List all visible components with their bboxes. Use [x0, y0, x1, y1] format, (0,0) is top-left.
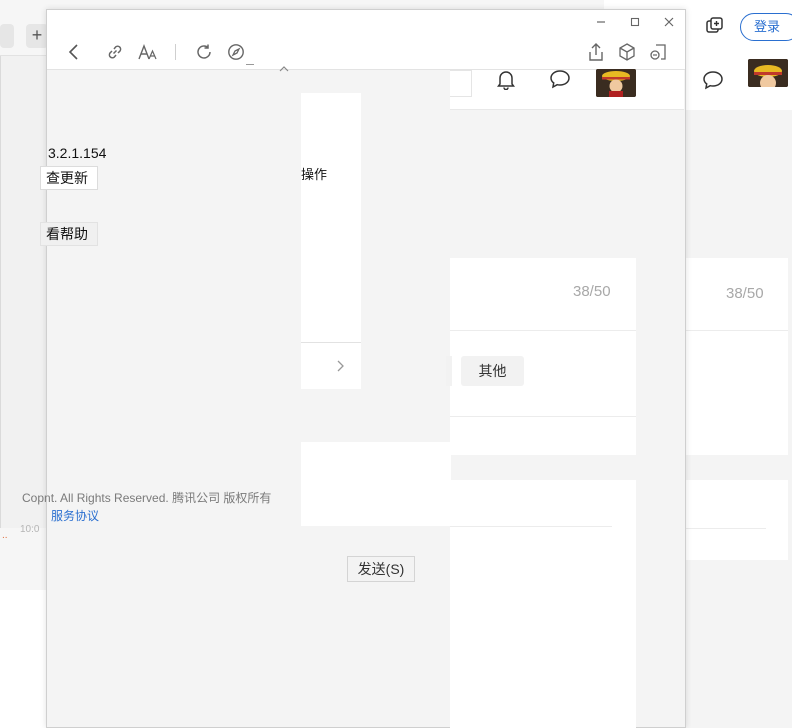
option-row[interactable] [450, 416, 636, 455]
avatar[interactable] [596, 69, 636, 97]
send-button[interactable]: 发送(S) [347, 556, 415, 582]
about-side-panel [301, 93, 361, 389]
about-minimize-icon[interactable] [246, 64, 254, 65]
comment-card [450, 480, 636, 728]
text-input-card[interactable]: 38/50 [450, 258, 636, 330]
background-dots: .. [2, 530, 8, 541]
category-chip[interactable] [446, 356, 452, 386]
divider [450, 526, 612, 527]
service-agreement-link[interactable]: 服务协议 [51, 507, 99, 524]
copyright-text: Copnt. All Rights Reserved. 腾讯公司 版权所有 [22, 491, 272, 505]
chat-icon[interactable] [549, 69, 571, 89]
background-card [686, 330, 788, 455]
background-card: 38/50 [686, 258, 788, 330]
check-update-button[interactable]: 查更新 [40, 166, 98, 190]
search-input[interactable] [450, 70, 472, 97]
bell-icon[interactable] [496, 68, 516, 90]
login-button[interactable]: 登录 [740, 13, 792, 41]
divider [686, 528, 766, 529]
avatar[interactable] [748, 59, 788, 87]
about-footer-extension [301, 442, 451, 526]
refresh-icon[interactable] [195, 43, 213, 61]
share-icon[interactable] [587, 42, 605, 62]
background-char-count: 38/50 [726, 285, 764, 302]
background-time-text: 10:0 [20, 524, 40, 535]
back-icon[interactable] [66, 43, 82, 61]
tab-collection-icon[interactable] [706, 17, 724, 35]
background-tab[interactable] [0, 24, 14, 48]
compass-icon[interactable] [227, 43, 245, 61]
maximize-icon[interactable] [629, 16, 641, 28]
divider [301, 342, 361, 343]
link-icon[interactable] [106, 43, 124, 61]
minimize-icon[interactable] [595, 17, 607, 27]
chat-icon[interactable] [702, 70, 724, 90]
close-icon[interactable] [663, 16, 675, 28]
about-dialog [47, 70, 301, 526]
new-tab-button[interactable]: + [26, 24, 48, 48]
window-split-icon[interactable] [648, 42, 668, 62]
chevron-right-icon[interactable] [335, 359, 345, 373]
background-card [686, 480, 788, 560]
category-chip-other[interactable]: 其他 [461, 356, 524, 386]
chevron-up-icon[interactable] [279, 66, 289, 72]
cube-icon[interactable] [617, 42, 637, 62]
version-text: 3.2.1.154 [48, 145, 107, 161]
char-count: 38/50 [573, 283, 611, 300]
operation-label: 操作 [301, 167, 328, 182]
toolbar-separator [175, 44, 176, 60]
view-help-button[interactable]: 看帮助 [40, 222, 98, 246]
font-size-icon[interactable] [137, 42, 157, 62]
